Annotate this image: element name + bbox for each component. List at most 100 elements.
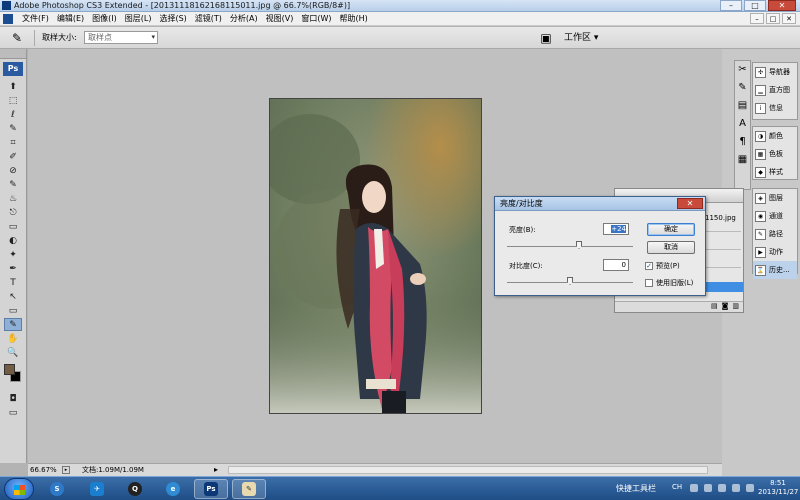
close-button[interactable]: ✕ <box>768 0 796 11</box>
history-selected-state[interactable] <box>703 282 743 292</box>
type-tool-icon[interactable]: T <box>4 276 22 289</box>
menu-analysis[interactable]: 分析(A) <box>226 12 262 26</box>
taskbar-ie[interactable]: e <box>156 479 190 499</box>
paragraph-icon[interactable]: ¶ <box>736 135 750 149</box>
panel-actions[interactable]: ▶ 动作 <box>753 243 797 261</box>
panel-histogram[interactable]: ▁ 直方图 <box>753 81 797 99</box>
zoom-level[interactable]: 66.67% <box>30 464 57 476</box>
brightness-input[interactable]: +24 <box>603 223 629 235</box>
status-arrow-icon[interactable]: ▸ <box>214 464 218 476</box>
maximize-button[interactable]: □ <box>744 0 766 11</box>
tray-network-icon[interactable] <box>718 484 726 492</box>
menu-help[interactable]: 帮助(H) <box>336 12 372 26</box>
slice-tool-icon[interactable]: ✐ <box>4 150 22 163</box>
shape-tool-icon[interactable]: ▭ <box>4 304 22 317</box>
sample-size-select[interactable]: 取样点 ▾ <box>84 31 158 44</box>
lasso-tool-icon[interactable]: ℓ <box>4 108 22 121</box>
stamp-tool-icon[interactable]: ♨ <box>4 192 22 205</box>
taskbar-paint[interactable]: ✎ <box>232 479 266 499</box>
minimize-button[interactable]: – <box>720 0 742 11</box>
preview-checkbox[interactable]: ✓ 预览(P) <box>645 261 680 271</box>
path-selection-tool-icon[interactable]: ↖ <box>4 290 22 303</box>
menu-filter[interactable]: 滤镜(T) <box>191 12 226 26</box>
panel-styles[interactable]: ◆ 样式 <box>753 163 797 181</box>
tray-keyboard-icon[interactable] <box>690 484 698 492</box>
menu-view[interactable]: 视图(V) <box>262 12 298 26</box>
brightness-slider-thumb[interactable] <box>576 241 582 249</box>
crop-tool-icon[interactable]: ⌗ <box>4 136 22 149</box>
dialog-titlebar[interactable]: 亮度/对比度 ✕ <box>495 197 705 211</box>
panel-channels[interactable]: ◉ 通道 <box>753 207 797 225</box>
contrast-input[interactable]: 0 <box>603 259 629 271</box>
taskbar-photoshop[interactable]: Ps <box>194 479 228 499</box>
gradient-tool-icon[interactable]: ◐ <box>4 234 22 247</box>
history-snapshot-name[interactable]: 1150.jpg <box>705 214 736 222</box>
move-tool-icon[interactable]: ⬆ <box>4 80 22 93</box>
hand-tool-icon[interactable]: ✋ <box>4 332 22 345</box>
foreground-color-swatch[interactable] <box>4 364 15 375</box>
blur-tool-icon[interactable]: ✦ <box>4 248 22 261</box>
menu-image[interactable]: 图像(I) <box>88 12 121 26</box>
clone-source-icon[interactable]: ▤ <box>736 99 750 113</box>
windows-logo-icon <box>14 485 25 495</box>
eyedropper-icon[interactable]: ✎ <box>6 30 28 46</box>
zoom-tool-icon[interactable]: 🔍 <box>4 346 22 359</box>
eyedropper-tool-icon[interactable]: ✎ <box>4 318 22 331</box>
tray-flag-icon[interactable] <box>746 484 754 492</box>
screen-mode-icon[interactable]: ▭ <box>4 406 22 419</box>
taskbar-browser[interactable]: S <box>40 479 74 499</box>
trash-icon[interactable]: ▥ <box>732 302 739 312</box>
menu-layer[interactable]: 图层(L) <box>121 12 156 26</box>
new-document-icon[interactable]: ▤ <box>711 302 718 312</box>
taskbar-qq[interactable]: Q <box>118 479 152 499</box>
horizontal-scrollbar[interactable] <box>228 466 708 474</box>
workspace-icon[interactable]: ▣ <box>538 30 554 46</box>
tray-volume-icon[interactable] <box>732 484 740 492</box>
clock[interactable]: 8:51 2013/11/27 <box>758 479 798 497</box>
brushes-icon[interactable]: ✎ <box>736 81 750 95</box>
doc-close-button[interactable]: ✕ <box>782 13 796 24</box>
panel-history[interactable]: ⌛ 历史... <box>753 261 797 279</box>
workspace-menu[interactable]: 工作区 ▾ <box>564 32 598 44</box>
pen-tool-icon[interactable]: ✒ <box>4 262 22 275</box>
eraser-tool-icon[interactable]: ▭ <box>4 220 22 233</box>
brightness-slider-track[interactable] <box>507 246 633 247</box>
character-icon[interactable]: A <box>736 117 750 131</box>
quick-mask-icon[interactable]: ◘ <box>4 392 22 405</box>
menu-select[interactable]: 选择(S) <box>155 12 190 26</box>
dialog-close-button[interactable]: ✕ <box>677 198 703 209</box>
status-menu-icon[interactable]: ▸ <box>62 466 70 474</box>
ps-menu-icon[interactable] <box>3 14 13 24</box>
photoshop-icon: Ps <box>204 482 218 496</box>
panel-paths[interactable]: ✎ 路径 <box>753 225 797 243</box>
tray-help-icon[interactable] <box>704 484 712 492</box>
history-brush-tool-icon[interactable]: ⎋ <box>4 206 22 219</box>
magic-wand-tool-icon[interactable]: ✎ <box>4 122 22 135</box>
panel-swatches[interactable]: ▦ 色板 <box>753 145 797 163</box>
snapshot-icon[interactable]: ◙ <box>722 302 729 312</box>
marquee-tool-icon[interactable]: ⬚ <box>4 94 22 107</box>
cancel-button[interactable]: 取消 <box>647 241 695 254</box>
panel-navigator[interactable]: ✣ 导航器 <box>753 63 797 81</box>
language-indicator[interactable]: CH <box>672 483 682 491</box>
quick-toolbar-label[interactable]: 快捷工具栏 <box>616 483 656 494</box>
healing-tool-icon[interactable]: ⊘ <box>4 164 22 177</box>
start-button[interactable] <box>4 478 34 500</box>
document-image[interactable] <box>269 98 482 414</box>
panel-color[interactable]: ◑ 颜色 <box>753 127 797 145</box>
panel-info[interactable]: i 信息 <box>753 99 797 117</box>
brush-tool-icon[interactable]: ✎ <box>4 178 22 191</box>
contrast-slider-thumb[interactable] <box>567 277 573 285</box>
menu-file[interactable]: 文件(F) <box>18 12 53 26</box>
tool-presets-icon[interactable]: ✂ <box>736 63 750 77</box>
doc-restore-button[interactable]: □ <box>766 13 780 24</box>
notes-icon[interactable]: ▦ <box>736 153 750 167</box>
doc-minimize-button[interactable]: – <box>750 13 764 24</box>
taskbar-bird-app[interactable]: ✈ <box>80 479 114 499</box>
legacy-checkbox[interactable]: 使用旧版(L) <box>645 278 693 288</box>
panel-layers[interactable]: ◈ 图层 <box>753 189 797 207</box>
ok-button[interactable]: 确定 <box>647 223 695 236</box>
menu-window[interactable]: 窗口(W) <box>297 12 335 26</box>
menu-edit[interactable]: 编辑(E) <box>53 12 88 26</box>
toolbox-grip[interactable] <box>0 49 26 59</box>
